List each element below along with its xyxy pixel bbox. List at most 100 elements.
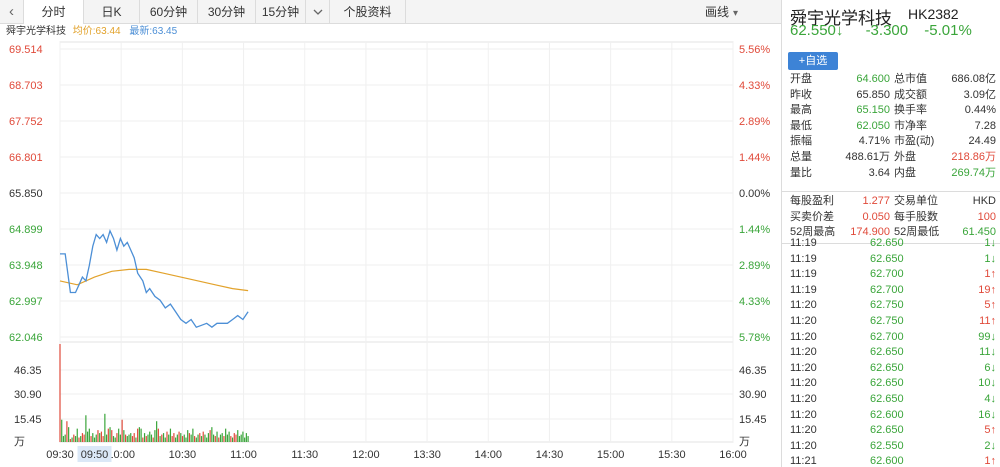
- tab-intraday[interactable]: 分时: [24, 0, 84, 24]
- tick-time: 11:20: [790, 314, 817, 327]
- tick-time: 11:20: [790, 330, 817, 343]
- stat-label: 开盘: [790, 73, 812, 85]
- time-tick-label: 14:00: [475, 449, 503, 461]
- avg-price-legend: 均价:63.44: [72, 26, 121, 37]
- stat-row: 最高 65.150 换手率 0.44%: [790, 103, 996, 119]
- stat-label: 交易单位: [894, 195, 938, 207]
- pct-tick-label: 2.89%: [739, 260, 770, 272]
- tab-stock-profile[interactable]: 个股资料: [330, 0, 406, 24]
- volume-tick-label-right: 30.90: [739, 389, 767, 401]
- stat-row: 量比 3.64 内盘 269.74万: [790, 166, 996, 182]
- tick-volume-value: 99: [978, 330, 991, 343]
- volume-tick-label-right: 万: [739, 436, 750, 448]
- tick-price: 62.650: [870, 424, 904, 437]
- tab-30-min[interactable]: 30分钟: [198, 0, 256, 24]
- stat-label: 昨收: [790, 88, 812, 101]
- down-arrow-icon: ↓: [990, 346, 997, 359]
- stat-value: 64.600: [856, 73, 890, 85]
- volume-tick-label-left: 46.35: [14, 365, 42, 377]
- tick-time: 11:20: [790, 377, 817, 390]
- stat-row: 昨收 65.850 成交额 3.09亿: [790, 88, 996, 104]
- tick-volume: 16↓: [978, 408, 996, 424]
- time-tick-label: 11:00: [230, 449, 257, 461]
- tick-row: 11:20 62.650 11↓: [790, 345, 996, 361]
- stat-row: 振幅 4.71% 市盈(动) 24.49: [790, 134, 996, 150]
- tick-time: 11:21: [790, 455, 817, 467]
- tick-price: 62.650: [870, 377, 904, 390]
- tick-row: 11:19 62.650 1↓: [790, 252, 996, 268]
- price-tick-label: 62.046: [9, 332, 43, 344]
- time-tick-label: 15:00: [597, 449, 625, 461]
- down-arrow-icon: ↓: [990, 392, 997, 405]
- price-tick-label: 69.514: [9, 44, 43, 56]
- time-tick-label: 10:00: [107, 449, 135, 461]
- stat-label: 最低: [790, 119, 812, 132]
- price-tick-label: 66.801: [9, 152, 43, 164]
- time-tick-label: 09:30: [46, 449, 74, 461]
- tick-price: 62.700: [870, 283, 904, 296]
- tick-volume-value: 11: [979, 346, 991, 359]
- pct-tick-label: 2.89%: [739, 116, 770, 128]
- stat-label: 总量: [790, 150, 812, 163]
- stat-label: 市盈(动): [894, 135, 935, 148]
- stat-row: 开盘 64.600 总市值 686.08亿: [790, 72, 996, 88]
- intraday-chart[interactable]: 69.514 68.703 67.752 66.801 65.850 64.899 63.9…: [0, 40, 781, 467]
- tick-row: 11:20 62.650 5↑: [790, 423, 996, 439]
- volume-tick-label-left: 30.90: [14, 389, 42, 401]
- stat-value: 0.050: [862, 210, 890, 223]
- tick-row: 11:19 62.650 1↓: [790, 236, 996, 252]
- stat-value: 3.09亿: [963, 88, 996, 101]
- tick-row: 11:20 62.600 16↓: [790, 408, 996, 424]
- tab-15-min[interactable]: 15分钟: [256, 0, 306, 24]
- quote-price-line: 62.550↓ -3.300 -5.01%: [790, 22, 972, 39]
- stat-value: 3.64: [868, 166, 890, 179]
- tick-volume: 11↓: [979, 345, 996, 361]
- tick-price: 62.600: [870, 455, 904, 467]
- tab-60-min[interactable]: 60分钟: [140, 0, 198, 24]
- stat-label: 买卖价差: [790, 210, 834, 223]
- pct-tick-label: 1.44%: [739, 152, 770, 164]
- down-arrow-icon: ↓: [990, 439, 997, 452]
- stat-value: 269.74万: [951, 166, 996, 179]
- stat-value: 4.71%: [858, 135, 890, 148]
- tick-price: 62.700: [870, 268, 904, 281]
- volume-tick-label-right: 46.35: [739, 365, 767, 377]
- tick-volume: 11↑: [979, 314, 996, 330]
- price-tick-label: 63.948: [9, 260, 43, 272]
- tick-price: 62.650: [870, 346, 904, 359]
- stat-value: 488.61万: [845, 150, 890, 163]
- tick-row: 11:20 62.650 4↓: [790, 392, 996, 408]
- stat-label: 换手率: [894, 104, 927, 117]
- back-button[interactable]: ‹: [0, 0, 24, 24]
- tick-row: 11:20 62.750 5↑: [790, 298, 996, 314]
- add-watchlist-button[interactable]: +自选: [788, 52, 838, 70]
- stat-value: 686.08亿: [951, 73, 996, 85]
- pct-tick-label: 4.33%: [739, 80, 770, 92]
- tick-volume-value: 16: [978, 408, 991, 421]
- stat-label: 振幅: [790, 135, 812, 148]
- trade-ticks-list[interactable]: 11:19 62.650 1↓ 11:19 62.650 1↓ 11:19 62.700 1↑ 1…: [790, 236, 996, 467]
- price-tick-label: 67.752: [9, 116, 43, 128]
- tick-volume-value: 11: [979, 314, 991, 327]
- pct-tick-label: 5.78%: [739, 332, 770, 344]
- draw-line-dropdown[interactable]: 画线 ▾: [705, 0, 738, 24]
- tick-time: 11:20: [790, 392, 817, 405]
- tick-volume: 2↓: [984, 439, 996, 455]
- chart-tab-bar: ‹ 分时 日K 60分钟 30分钟 15分钟 个股资料 画线 ▾: [0, 0, 781, 24]
- tick-row: 11:21 62.600 1↑: [790, 454, 996, 467]
- down-arrow-icon: ↓: [990, 237, 997, 249]
- tick-price: 62.750: [870, 314, 904, 327]
- up-arrow-icon: ↑: [990, 424, 997, 437]
- tick-volume: 5↑: [984, 423, 996, 439]
- more-periods-button[interactable]: [306, 0, 330, 24]
- up-arrow-icon: ↑: [990, 299, 997, 312]
- tick-volume: 4↓: [984, 392, 996, 408]
- tick-volume: 5↑: [984, 298, 996, 314]
- tick-volume: 1↓: [984, 252, 996, 268]
- up-arrow-icon: ↑: [990, 455, 997, 467]
- tab-daily-k[interactable]: 日K: [84, 0, 140, 24]
- tick-time: 11:20: [790, 424, 817, 437]
- stat-label: 总市值: [894, 73, 927, 85]
- chart-info-legend: 舜宇光学科技 均价:63.44 最新:63.45: [6, 25, 177, 39]
- quote-stats-table: 开盘 64.600 总市值 686.08亿昨收 65.850 成交额 3.09亿 最高 65.1…: [790, 72, 996, 181]
